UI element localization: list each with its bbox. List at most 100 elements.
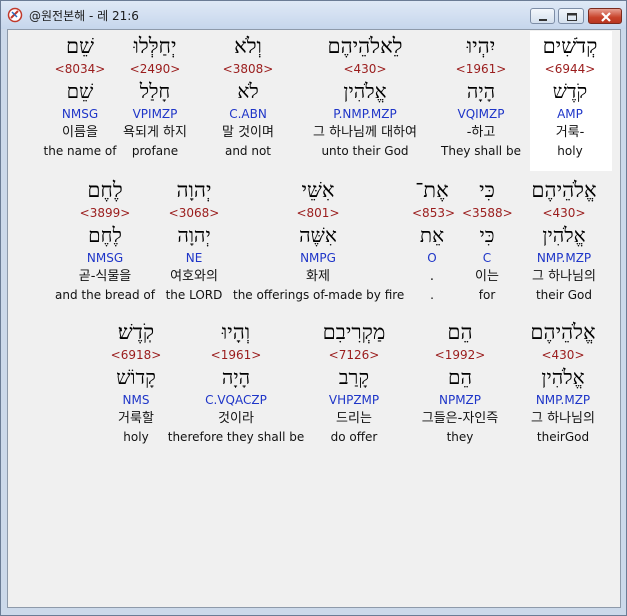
hebrew-word: מַקְרִיבִם (322, 320, 386, 344)
korean-gloss: 말 것이며 (222, 125, 274, 140)
korean-gloss: 여호와의 (170, 269, 218, 284)
english-gloss: the LORD (165, 288, 223, 302)
lemma-word: קֹדֶשׁ (552, 79, 588, 103)
english-gloss: unto their God (321, 144, 409, 158)
app-window: @원전본해 - 레 21:6 קְדֹשִׁים <6944> קֹדֶשׁ AMP 거… (0, 0, 627, 616)
strongs-number: <430> (541, 348, 585, 362)
english-gloss: for (478, 288, 496, 302)
app-icon (7, 7, 23, 23)
word-cell[interactable]: הֵם <1992> הֵם NPMZP 그들은-자인즉 they (410, 320, 510, 450)
parsing-code: NE (185, 251, 203, 265)
lemma-word: קָרַב (338, 365, 370, 389)
lemma-word: אֱלֹהִין (343, 79, 387, 103)
korean-gloss: 곧-식물을 (78, 269, 132, 284)
maximize-button[interactable] (558, 8, 584, 24)
strongs-number: <430> (343, 62, 387, 76)
word-cell[interactable]: אִשֵּׁי <801> אִשֶּׁה NMPG 화제 the offerings o… (233, 178, 405, 308)
parsing-code: AMP (557, 107, 583, 121)
korean-gloss: 것이라 (218, 411, 254, 426)
word-cell[interactable]: וְהָיוּ <1961> הָיָה C.VQACZP 것이라 therefore t… (166, 320, 306, 450)
word-cell[interactable]: יְהוָה <3068> יְהוָה NE 여호와의 the LORD (154, 178, 234, 308)
korean-gloss: 이름을 (62, 125, 98, 140)
close-button[interactable] (588, 8, 622, 24)
strongs-number: <6944> (544, 62, 596, 76)
strongs-number: <3588> (462, 206, 513, 220)
strongs-number: <801> (296, 206, 340, 220)
english-gloss: they (446, 430, 474, 444)
strongs-number: <853> (412, 206, 456, 220)
lemma-word: הָיָה (466, 79, 496, 103)
word-cell[interactable]: יִהְיוּ <1961> הָיָה VQIMZP -하고 They shall be (436, 34, 526, 164)
lemma-word: אֵת (419, 223, 445, 247)
parsing-code: C (482, 251, 492, 265)
title-bar[interactable]: @원전본해 - 레 21:6 (1, 1, 626, 29)
english-gloss: holy (123, 430, 149, 444)
korean-gloss: 그 하나님의 (532, 269, 596, 284)
korean-gloss: 그들은-자인즉 (421, 411, 499, 426)
hebrew-word: קֹֽדֶשׁ׃ (117, 320, 155, 344)
parsing-code: C.ABN (229, 107, 267, 121)
strongs-number: <3068> (168, 206, 220, 220)
hebrew-word: וְהָיוּ (221, 320, 251, 344)
word-cell[interactable]: אֶת־ <853> אֵת O.. (412, 178, 456, 308)
minimize-button[interactable] (530, 8, 555, 24)
hebrew-word: יִהְיוּ (466, 34, 496, 58)
lemma-word: אֱלֹהִין (542, 223, 586, 247)
hebrew-word: אֱלֹהֵיהֶם (531, 178, 597, 202)
parsing-code: NMP.MZP (535, 393, 591, 407)
word-cell[interactable]: לֶחֶם <3899> לֶחֶם NMSG 곧-식물을 and the bread o… (50, 178, 160, 308)
hebrew-word: אִשֵּׁי (301, 178, 335, 202)
hebrew-word: לֵאלֹהֵיהֶם (327, 34, 403, 58)
word-cell[interactable]: אֱלֹהֵיהֶם <430> אֱלֹהִין NMP.MZP 그 하나님의 thei… (523, 320, 603, 450)
english-gloss: the offerings of-made by fire (233, 288, 405, 302)
word-cell[interactable]: קֹֽדֶשׁ׃ <6918> קָדוֹשׁ NMS 거룩할 holy (96, 320, 176, 450)
parsing-code: NMS (122, 393, 150, 407)
strongs-number: <1992> (434, 348, 486, 362)
lemma-word: הֵם (448, 365, 472, 389)
strongs-number: <3808> (222, 62, 274, 76)
window-title: @원전본해 - 레 21:6 (29, 9, 139, 23)
lemma-word: קָדוֹשׁ (116, 365, 156, 389)
korean-gloss: 거룩할 (118, 411, 154, 426)
close-icon (601, 12, 611, 22)
lemma-word: לֹא (237, 79, 259, 103)
korean-gloss: 이는 (475, 269, 499, 284)
interlinear-view: קְדֹשִׁים <6944> קֹדֶשׁ AMP 거룩-holy יִהְיוּ <1… (7, 29, 621, 608)
hebrew-word: אֱלֹהֵיהֶם (530, 320, 596, 344)
parsing-code: VQIMZP (457, 107, 505, 121)
parsing-code: NMSG (61, 107, 99, 121)
word-cell[interactable]: אֱלֹהֵיהֶם <430> אֱלֹהִין NMP.MZP 그 하나님의 thei… (524, 178, 604, 308)
english-gloss: holy (557, 144, 583, 158)
hebrew-word: הֵם (447, 320, 473, 344)
strongs-number: <6918> (110, 348, 162, 362)
hebrew-word: אֶת־ (415, 178, 449, 202)
english-gloss: . (430, 288, 434, 302)
parsing-code: NMPG (300, 251, 336, 265)
lemma-word: הָיָה (221, 365, 251, 389)
word-cell[interactable]: שֵׁם <8034> שֵׁם NMSG 이름을 the name of (35, 34, 125, 164)
english-gloss: They shall be (441, 144, 521, 158)
parsing-code: NMSG (86, 251, 124, 265)
english-gloss: theirGod (536, 430, 590, 444)
english-gloss: the name of (43, 144, 117, 158)
lemma-word: אִשֶּׁה (299, 223, 337, 247)
word-cell[interactable]: קְדֹשִׁים <6944> קֹדֶשׁ AMP 거룩-holy (530, 34, 610, 164)
english-gloss: and not (224, 144, 272, 158)
word-cell[interactable]: כִּי <3588> כִּי C 이는 for (462, 178, 513, 308)
hebrew-word: שֵׁם (66, 34, 94, 58)
korean-gloss: 드리는 (336, 411, 372, 426)
maximize-icon (567, 13, 577, 21)
korean-gloss: . (429, 269, 435, 284)
strongs-number: <430> (542, 206, 586, 220)
lemma-word: לֶחֶם (88, 223, 122, 247)
hebrew-word: וְלֹא (234, 34, 262, 58)
word-cell[interactable]: וְלֹא <3808> לֹא C.ABN 말 것이며 and not (203, 34, 293, 164)
word-cell[interactable]: מַקְרִיבִם <7126> קָרַב VHPZMP 드리는 do offer (314, 320, 394, 450)
minimize-icon (539, 19, 547, 21)
hebrew-word: כִּי (479, 178, 495, 202)
parsing-code: VHPZMP (328, 393, 380, 407)
korean-gloss: 그 하나님께 대하여 (313, 125, 417, 140)
english-gloss: their God (535, 288, 593, 302)
english-gloss: do offer (330, 430, 378, 444)
word-cell[interactable]: לֵאלֹהֵיהֶם <430> אֱלֹהִין P.NMP.MZP 그 하나님께 … (295, 34, 435, 164)
